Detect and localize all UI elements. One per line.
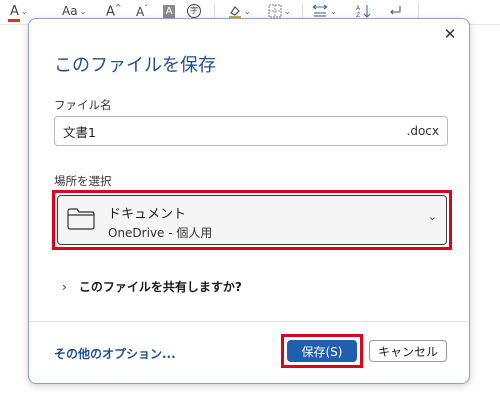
filename-input[interactable] — [63, 117, 383, 145]
folder-icon — [67, 208, 95, 230]
chevron-down-icon: ⌄ — [284, 6, 291, 16]
chevron-down-icon: ⌄ — [427, 210, 437, 223]
close-icon[interactable]: ✕ — [441, 25, 459, 43]
shading-icon — [229, 6, 241, 18]
ribbon-divider — [214, 3, 215, 19]
chevron-down-icon: ⌄ — [79, 6, 87, 16]
change-case-icon: Aa — [62, 4, 78, 18]
location-dropdown[interactable]: ドキュメント OneDrive - 個人用 ⌄ — [57, 195, 447, 245]
filename-label: ファイル名 — [54, 98, 112, 112]
font-color-swatch — [8, 18, 20, 22]
chevron-down-icon: ⌄ — [330, 6, 337, 16]
chevron-right-icon: › — [62, 279, 67, 294]
chevron-down-icon: ⌄ — [244, 6, 251, 16]
filename-field[interactable]: .docx — [54, 116, 448, 146]
svg-text:A: A — [356, 5, 361, 12]
dialog-title: このファイルを保存 — [54, 55, 216, 76]
shrink-font-icon: Aˇ — [136, 3, 149, 19]
phonetic-guide-icon: 字 — [187, 4, 201, 18]
cancel-button[interactable]: キャンセル — [369, 340, 447, 362]
save-dialog: ✕ このファイルを保存 ファイル名 .docx 場所を選択 ドキュメント One… — [28, 18, 470, 384]
footer-divider — [29, 321, 469, 322]
font-color-button[interactable]: A ⌄ — [8, 1, 28, 22]
share-question: このファイルを共有しますか? — [78, 280, 242, 294]
font-color-icon: A — [8, 4, 20, 22]
more-options-link[interactable]: その他のオプション... — [54, 345, 176, 362]
paragraph-mark-icon — [390, 6, 401, 15]
grow-font-icon: A^ — [106, 2, 122, 20]
location-label: 場所を選択 — [54, 174, 112, 188]
share-expander[interactable]: › このファイルを共有しますか? — [62, 278, 242, 295]
sort-icon: A Z — [356, 5, 371, 18]
borders-icon — [268, 4, 282, 18]
save-button[interactable]: 保存(S) — [287, 340, 357, 362]
file-extension: .docx — [406, 124, 439, 138]
ribbon-divider — [302, 3, 303, 19]
spacing-icon — [312, 4, 328, 17]
ribbon-divider — [418, 3, 419, 19]
text-highlight-icon: A — [163, 4, 175, 18]
location-subtitle: OneDrive - 個人用 — [108, 226, 213, 240]
location-name: ドキュメント — [108, 207, 187, 222]
chevron-down-icon: ⌄ — [20, 6, 28, 16]
